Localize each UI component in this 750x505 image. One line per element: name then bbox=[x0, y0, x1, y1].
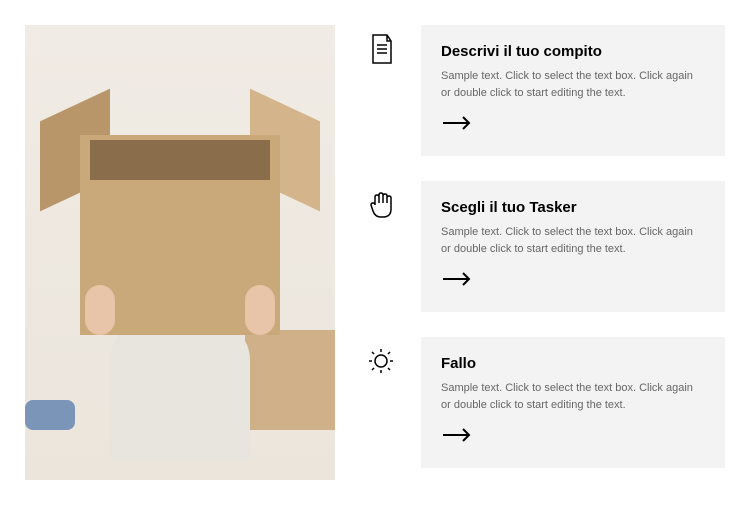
step-item: Scegli il tuo Tasker Sample text. Click … bbox=[365, 181, 725, 312]
hand-icon bbox=[365, 181, 403, 226]
step-title: Scegli il tuo Tasker bbox=[441, 199, 705, 216]
lightbulb-icon bbox=[365, 337, 403, 382]
step-item: Descrivi il tuo compito Sample text. Cli… bbox=[365, 25, 725, 156]
step-description: Sample text. Click to select the text bo… bbox=[441, 224, 705, 257]
arrow-right-icon[interactable] bbox=[441, 427, 473, 443]
hero-image bbox=[25, 25, 335, 480]
step-title: Descrivi il tuo compito bbox=[441, 43, 705, 60]
arrow-right-icon[interactable] bbox=[441, 271, 473, 287]
step-description: Sample text. Click to select the text bo… bbox=[441, 380, 705, 413]
step-card: Descrivi il tuo compito Sample text. Cli… bbox=[421, 25, 725, 156]
step-card: Scegli il tuo Tasker Sample text. Click … bbox=[421, 181, 725, 312]
step-item: Fallo Sample text. Click to select the t… bbox=[365, 337, 725, 468]
arrow-right-icon[interactable] bbox=[441, 115, 473, 131]
hero-image-column bbox=[25, 25, 335, 480]
document-icon bbox=[365, 25, 403, 70]
step-description: Sample text. Click to select the text bo… bbox=[441, 68, 705, 101]
step-title: Fallo bbox=[441, 355, 705, 372]
step-card: Fallo Sample text. Click to select the t… bbox=[421, 337, 725, 468]
steps-list: Descrivi il tuo compito Sample text. Cli… bbox=[365, 25, 725, 480]
